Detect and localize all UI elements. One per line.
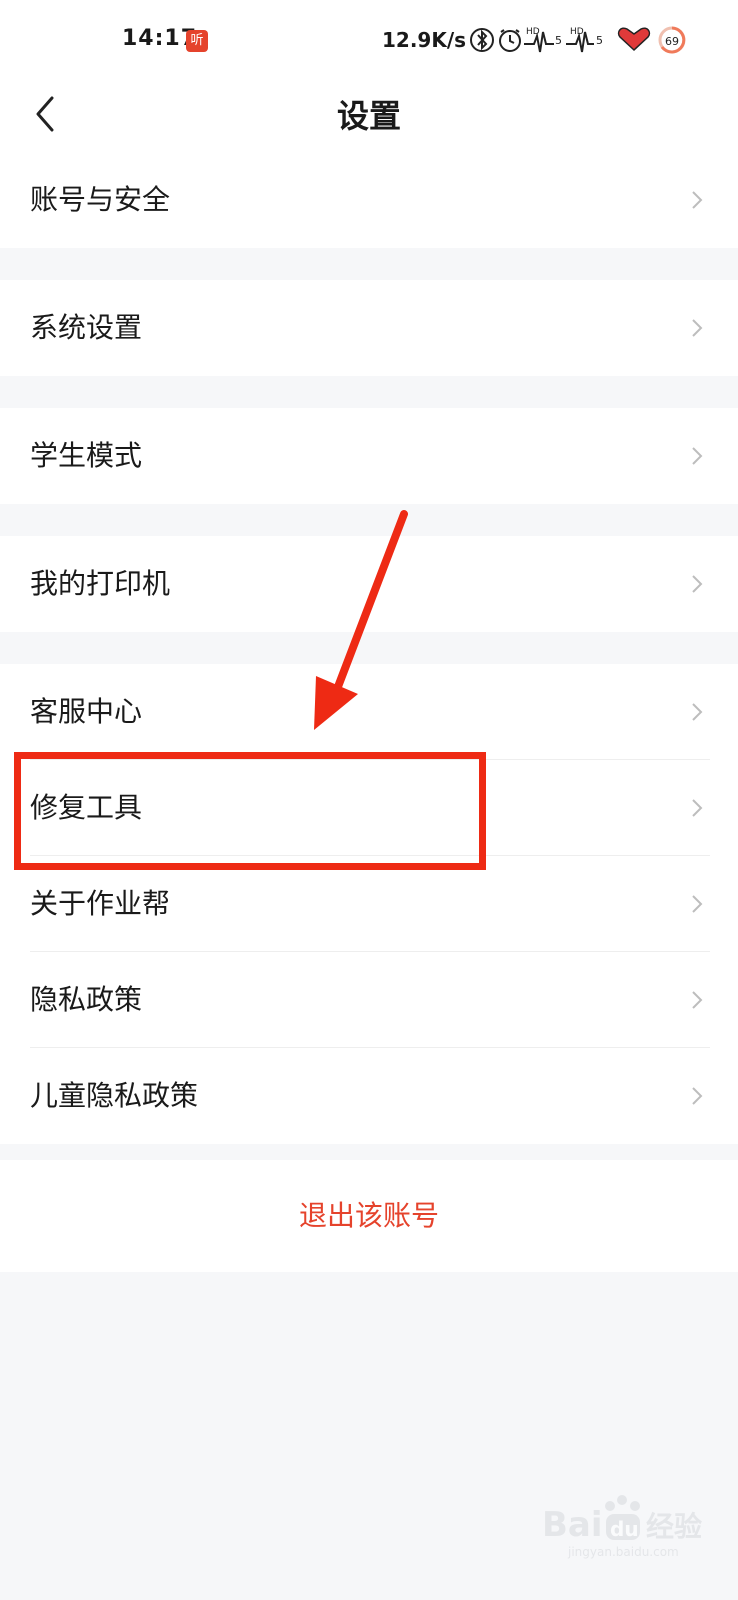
svg-text:经验: 经验 xyxy=(646,1510,702,1543)
svg-text:du: du xyxy=(610,1517,639,1541)
chevron-right-icon xyxy=(692,895,703,913)
chevron-right-icon xyxy=(692,191,703,209)
settings-item-about[interactable]: 关于作业帮 xyxy=(0,856,738,952)
heart-icon xyxy=(617,27,651,52)
svg-text:jingyan.baidu.com: jingyan.baidu.com xyxy=(567,1545,679,1559)
bluetooth-icon xyxy=(470,28,494,52)
settings-item-label: 客服中心 xyxy=(30,695,143,728)
baidu-jingyan-watermark: Bai du 经验 jingyan.baidu.com xyxy=(542,1495,702,1559)
status-bar: 14:17 听 12.9K/s HD 5 HD 5 69 xyxy=(0,0,738,80)
back-button[interactable] xyxy=(28,86,68,142)
chevron-right-icon xyxy=(692,991,703,1009)
signal-hd-icon: HD 5 xyxy=(524,27,562,53)
battery-level: 69 xyxy=(665,35,679,48)
settings-item-label: 儿童隐私政策 xyxy=(30,1079,199,1112)
annotation-arrow-icon xyxy=(314,510,408,730)
logout-button[interactable]: 退出该账号 xyxy=(0,1160,738,1272)
chevron-right-icon xyxy=(692,575,703,593)
settings-item-label: 我的打印机 xyxy=(30,567,171,600)
settings-item-system-settings[interactable]: 系统设置 xyxy=(0,280,738,376)
status-icons: HD 5 HD 5 69 xyxy=(470,26,686,54)
navigation-bar: 设置 xyxy=(0,80,738,153)
chevron-right-icon xyxy=(692,447,703,465)
annotation-highlight-box xyxy=(14,752,486,870)
battery-icon: 69 xyxy=(658,26,686,54)
network-speed: 12.9K/s xyxy=(382,28,467,52)
settings-item-privacy-policy[interactable]: 隐私政策 xyxy=(0,952,738,1048)
settings-item-label: 系统设置 xyxy=(30,311,143,344)
settings-item-account-security[interactable]: 账号与安全 xyxy=(0,152,738,248)
settings-item-children-privacy[interactable]: 儿童隐私政策 xyxy=(0,1048,738,1144)
chevron-right-icon xyxy=(692,703,703,721)
page-title: 设置 xyxy=(336,97,401,135)
chevron-right-icon xyxy=(692,799,703,817)
svg-text:Bai: Bai xyxy=(542,1505,603,1545)
alarm-icon xyxy=(499,29,521,52)
settings-item-label: 学生模式 xyxy=(30,439,143,472)
chevron-right-icon xyxy=(692,319,703,337)
settings-group-student: 学生模式 xyxy=(0,408,738,504)
svg-text:5: 5 xyxy=(555,34,562,47)
settings-group-account: 账号与安全 xyxy=(0,152,738,248)
settings-item-label: 关于作业帮 xyxy=(30,887,171,920)
signal-hd-icon: HD 5 xyxy=(566,27,603,53)
chevron-left-icon xyxy=(36,96,54,132)
svg-text:5: 5 xyxy=(596,34,603,47)
chevron-right-icon xyxy=(692,1087,703,1105)
settings-item-label: 账号与安全 xyxy=(30,183,171,216)
settings-group-system: 系统设置 xyxy=(0,280,738,376)
app-badge: 听 xyxy=(186,30,208,52)
svg-text:HD: HD xyxy=(570,27,584,37)
settings-item-label: 隐私政策 xyxy=(30,983,143,1016)
settings-item-student-mode[interactable]: 学生模式 xyxy=(0,408,738,504)
